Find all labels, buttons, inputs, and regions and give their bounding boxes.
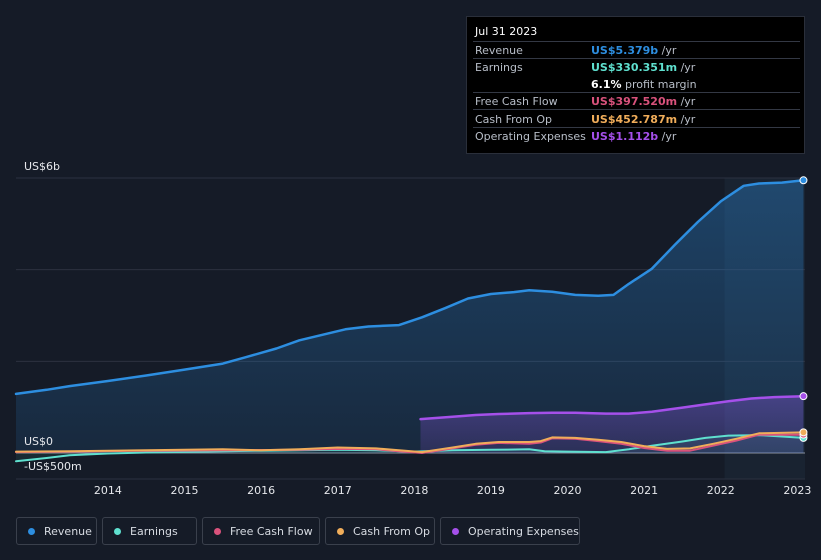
legend-item-earnings[interactable]: Earnings	[102, 517, 197, 545]
operating-expenses-end-point	[799, 392, 808, 401]
legend-item-free-cash-flow[interactable]: Free Cash Flow	[202, 517, 320, 545]
x-tick-label: 2023	[783, 484, 811, 497]
tooltip-row-unit: profit margin	[621, 78, 697, 91]
tooltip-row-cash-from-op: Cash From Op US$452.787m /yr	[467, 111, 806, 128]
tooltip-row-label: Cash From Op	[475, 113, 553, 126]
legend-label: Free Cash Flow	[230, 524, 313, 538]
legend-label: Earnings	[130, 524, 178, 538]
legend-label: Operating Expenses	[468, 524, 579, 538]
tooltip-row-label: Revenue	[475, 44, 523, 57]
tooltip-row-unit: /yr	[677, 61, 696, 74]
tooltip-row-free-cash-flow: Free Cash Flow US$397.520m /yr	[467, 93, 806, 110]
revenue-area	[16, 180, 804, 454]
legend-dot-icon	[337, 527, 344, 535]
x-tick-label: 2018	[400, 484, 428, 497]
tooltip-row-operating-expenses: Operating Expenses US$1.112b /yr	[467, 128, 806, 145]
tooltip-row-value: 6.1%	[591, 78, 622, 91]
tooltip-row-label: Earnings	[475, 61, 523, 74]
x-tick-label: 2015	[171, 484, 199, 497]
tooltip-row-unit: /yr	[677, 95, 696, 108]
tooltip-row-unit: /yr	[658, 44, 677, 57]
legend-dot-icon	[452, 527, 459, 535]
tooltip-row-label: Operating Expenses	[475, 130, 586, 143]
y-tick-label: US$6b	[24, 160, 60, 173]
cash-from-op-end-point	[799, 428, 808, 437]
legend-item-cash-from-op[interactable]: Cash From Op	[325, 517, 435, 545]
tooltip-row-value: US$397.520m	[591, 95, 678, 108]
x-tick-label: 2022	[707, 484, 735, 497]
x-tick-label: 2014	[94, 484, 122, 497]
legend-label: Cash From Op	[353, 524, 431, 538]
tooltip-row-label: Free Cash Flow	[475, 95, 558, 108]
x-tick-label: 2016	[247, 484, 275, 497]
legend-dot-icon	[214, 527, 221, 535]
tooltip-date: Jul 31 2023	[475, 25, 538, 38]
tooltip-row-unit: /yr	[658, 130, 677, 143]
x-tick-label: 2017	[324, 484, 352, 497]
revenue-end-point	[799, 176, 808, 185]
legend-dot-icon	[114, 527, 121, 535]
tooltip-row-value: US$1.112b	[591, 130, 659, 143]
legend-dot-icon	[28, 527, 35, 535]
tooltip-panel: Jul 31 2023 Revenue US$5.379b /yr Earnin…	[466, 16, 805, 154]
tooltip-row-value: US$330.351m	[591, 61, 678, 74]
tooltip-row-profit-margin: 6.1% profit margin	[467, 76, 806, 93]
y-tick-label: -US$500m	[24, 460, 82, 473]
legend-item-operating-expenses[interactable]: Operating Expenses	[440, 517, 580, 545]
tooltip-row-unit: /yr	[677, 113, 696, 126]
tooltip-row-value: US$5.379b	[591, 44, 659, 57]
tooltip-row-earnings: Earnings US$330.351m /yr	[467, 59, 806, 76]
legend-item-revenue[interactable]: Revenue	[16, 517, 97, 545]
y-tick-label: US$0	[24, 435, 53, 448]
tooltip-divider	[473, 109, 800, 110]
x-tick-label: 2020	[554, 484, 582, 497]
x-tick-label: 2021	[630, 484, 658, 497]
tooltip-row-value: US$452.787m	[591, 113, 678, 126]
legend-label: Revenue	[44, 524, 92, 538]
x-tick-label: 2019	[477, 484, 505, 497]
tooltip-row-revenue: Revenue US$5.379b /yr	[467, 42, 806, 59]
